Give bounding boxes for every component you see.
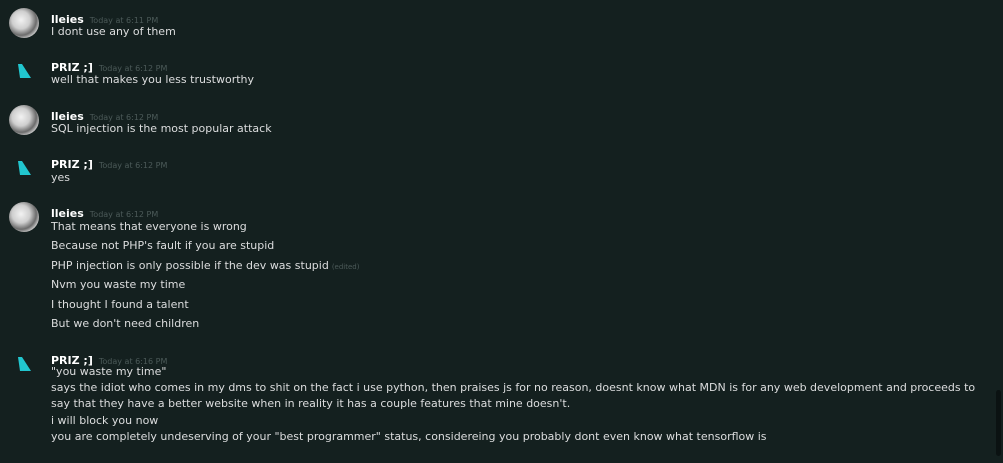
message-text: well that makes you less trustworthy <box>51 73 255 86</box>
message-text-content: PHP injection is only possible if the de… <box>51 259 329 272</box>
message-text: I dont use any of them <box>51 25 176 38</box>
message-header: PRIZ ;] Today at 6:12 PM <box>51 153 168 171</box>
timestamp: Today at 6:12 PM <box>89 210 159 219</box>
chat-message-list: lleies Today at 6:11 PM I dont use any of… <box>0 0 1003 463</box>
timestamp: Today at 6:12 PM <box>98 161 168 170</box>
message-text: SQL injection is the most popular attack <box>51 122 272 135</box>
message-text: That means that everyone is wrong <box>51 220 247 233</box>
edited-label: (edited) <box>331 263 360 271</box>
message-text: Nvm you waste my time <box>51 278 186 291</box>
message-header: lleies Today at 6:12 PM <box>51 202 159 220</box>
message-header: lleies Today at 6:12 PM <box>51 105 158 123</box>
message-text: you are completely undeserving of your "… <box>51 430 767 443</box>
message-text: PHP injection is only possible if the de… <box>51 258 359 275</box>
scrollbar-thumb[interactable] <box>996 390 1001 456</box>
message-header: lleies Today at 6:11 PM <box>51 8 158 26</box>
message-text: I thought I found a talent <box>51 298 189 311</box>
grayscale-photo-avatar-icon[interactable] <box>9 105 39 135</box>
cyan-flag-avatar-icon[interactable] <box>9 349 39 379</box>
cyan-flag-avatar-icon[interactable] <box>9 153 39 183</box>
message-text: yes <box>51 171 71 184</box>
grayscale-photo-avatar-icon[interactable] <box>9 8 39 38</box>
message-text: i will block you now <box>51 414 159 427</box>
message-text: says the idiot who comes in my dms to sh… <box>51 381 976 410</box>
message-header: PRIZ ;] Today at 6:16 PM <box>51 349 167 367</box>
message-text: But we don't need children <box>51 317 200 330</box>
message-text: Because not PHP's fault if you are stupi… <box>51 239 275 252</box>
message-header: PRIZ ;] Today at 6:12 PM <box>51 56 167 74</box>
cyan-flag-avatar-icon[interactable] <box>9 56 39 86</box>
grayscale-photo-avatar-icon[interactable] <box>9 202 39 232</box>
message-text: "you waste my time" <box>51 365 167 378</box>
